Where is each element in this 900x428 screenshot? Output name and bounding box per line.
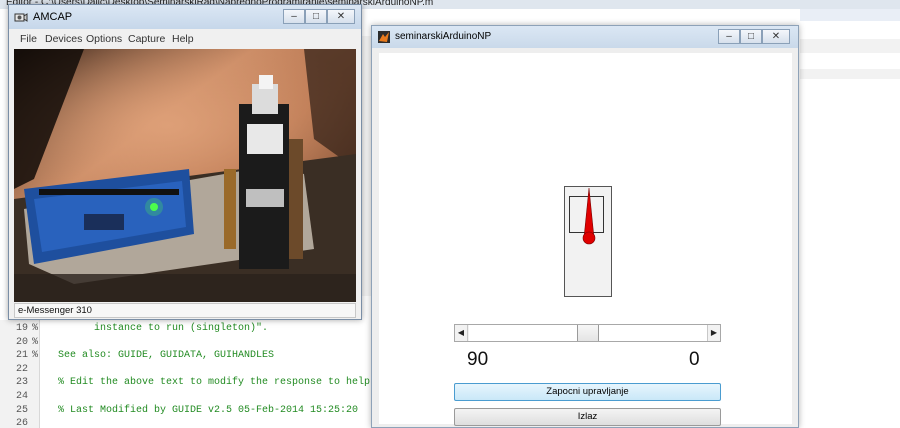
editor-code-line[interactable]: 19% instance to run (singleton)".: [0, 323, 372, 337]
editor-code-line[interactable]: 24: [0, 391, 372, 405]
line-number: 26: [15, 418, 28, 428]
menu-options[interactable]: Options: [86, 33, 122, 45]
editor-code-line[interactable]: 21% See also: GUIDE, GUIDATA, GUIHANDLES: [0, 350, 372, 364]
figure-title: seminarskiArduinoNP: [395, 31, 492, 42]
code-text: % Edit the above text to modify the resp…: [58, 377, 371, 389]
figure-title-bar[interactable]: seminarskiArduinoNP – □ ✕: [372, 26, 798, 48]
line-number: 21: [15, 350, 28, 362]
amcap-title-bar[interactable]: AMCAP – □ ✕: [9, 5, 361, 29]
matlab-icon: [378, 31, 390, 43]
needle-pointer: [583, 187, 595, 239]
amcap-title: AMCAP: [33, 11, 73, 23]
editor-code-line[interactable]: 20%: [0, 337, 372, 351]
figure-maximize-button[interactable]: □: [740, 29, 762, 44]
webcam-video-feed: [14, 49, 356, 302]
code-text: % Last Modified by GUIDE v2.5 05-Feb-201…: [58, 404, 359, 416]
slider-trough[interactable]: [469, 325, 707, 341]
amcap-minimize-button[interactable]: –: [283, 9, 305, 24]
slider-right-arrow-icon[interactable]: ▶: [707, 325, 720, 341]
line-number: 24: [15, 391, 28, 402]
figure-minimize-button[interactable]: –: [718, 29, 740, 44]
editor-code-area[interactable]: 19% instance to run (singleton)". 20% 21% S…: [0, 320, 372, 428]
angle-slider[interactable]: ◀ ▶: [454, 324, 721, 342]
line-marker: %: [32, 336, 39, 348]
menu-capture[interactable]: Capture: [128, 33, 165, 45]
line-number: 22: [15, 363, 28, 375]
menu-devices[interactable]: Devices: [45, 33, 82, 45]
amcap-device-name: e-Messenger 310: [18, 305, 92, 316]
editor-code-line[interactable]: 26: [0, 418, 372, 428]
menu-help[interactable]: Help: [172, 33, 194, 45]
slider-left-arrow-icon[interactable]: ◀: [455, 325, 468, 341]
webcam-frame-image: [14, 49, 356, 302]
editor-code-line[interactable]: 25 % Last Modified by GUIDE v2.5 05-Feb-2…: [0, 405, 372, 419]
amcap-menu-bar: File Devices Options Capture Help: [9, 29, 361, 49]
amcap-window[interactable]: AMCAP – □ ✕ File Devices Options Capture…: [8, 4, 362, 320]
amcap-maximize-button[interactable]: □: [305, 9, 327, 24]
needle-hub: [582, 231, 596, 245]
code-text: instance to run (singleton)".: [58, 323, 269, 334]
line-number: 23: [15, 377, 28, 389]
line-number: 19: [15, 323, 28, 334]
secondary-readout: 0: [689, 349, 700, 370]
editor-code-line[interactable]: 22: [0, 364, 372, 378]
menu-file[interactable]: File: [20, 33, 37, 45]
amcap-close-button[interactable]: ✕: [327, 9, 355, 24]
line-number: 20: [15, 336, 28, 348]
amcap-status-bar: e-Messenger 310: [14, 303, 356, 318]
angle-readout: 90: [467, 349, 489, 370]
editor-code-line[interactable]: 23 % Edit the above text to modify the re…: [0, 377, 372, 391]
line-number: 25: [15, 404, 28, 416]
amcap-camera-icon: [14, 13, 28, 22]
slider-thumb[interactable]: [577, 325, 599, 341]
gui-figure-window[interactable]: seminarskiArduinoNP – □ ✕ ◀ ▶ 90 0 Zapoc…: [371, 25, 799, 428]
figure-close-button[interactable]: ✕: [762, 29, 790, 44]
line-marker: %: [32, 350, 39, 362]
exit-button[interactable]: Izlaz: [454, 408, 721, 426]
editor-background-right: [800, 9, 900, 428]
figure-content-area: ◀ ▶ 90 0 Zapocni upravljanje Izlaz: [379, 53, 792, 426]
code-text: See also: GUIDE, GUIDATA, GUIHANDLES: [58, 350, 275, 362]
line-marker: %: [32, 323, 39, 334]
start-control-button[interactable]: Zapocni upravljanje: [454, 383, 721, 401]
servo-needle: [582, 187, 596, 245]
